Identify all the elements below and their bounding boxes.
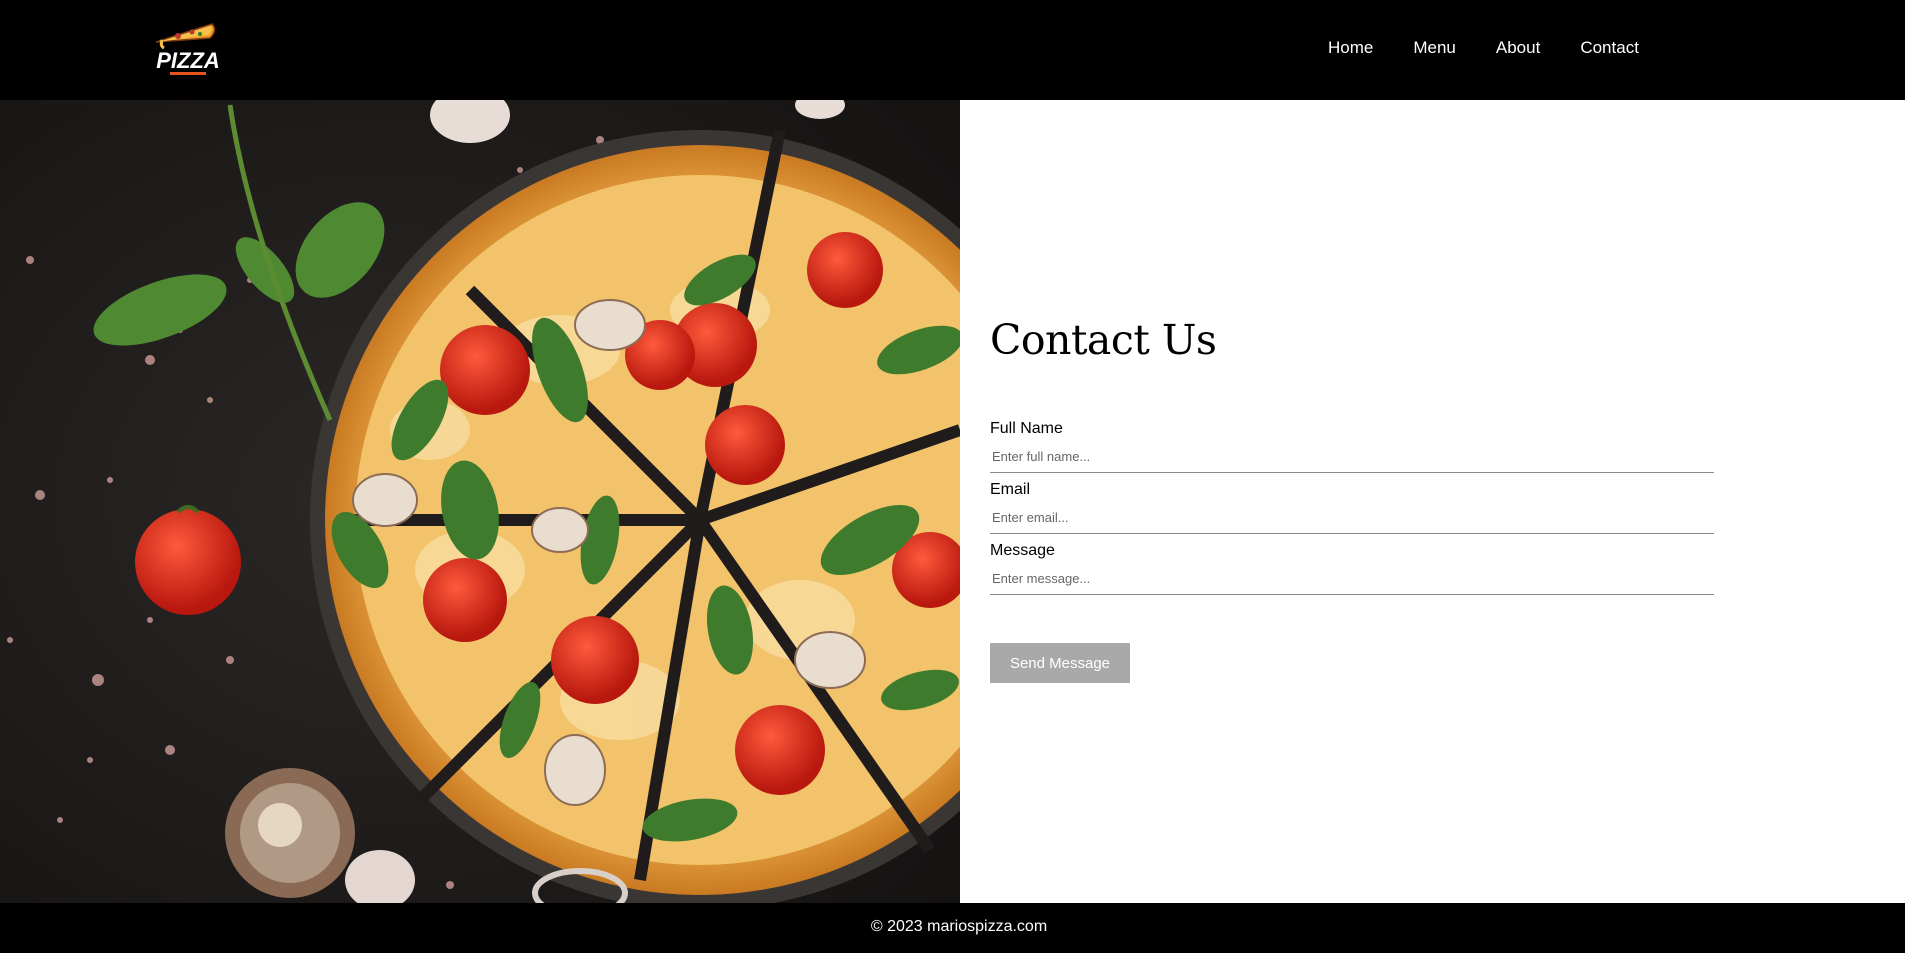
copyright-text: © 2023 mariospizza.com bbox=[870, 918, 1048, 935]
page-title: Contact Us bbox=[990, 316, 1217, 364]
nav-home[interactable]: Home bbox=[1328, 38, 1373, 58]
message-field-group: Message bbox=[990, 540, 1714, 595]
full-name-input[interactable] bbox=[990, 440, 1714, 473]
site-footer: © 2023 mariospizza.com bbox=[0, 903, 1905, 953]
pizza-photo bbox=[0, 100, 960, 903]
message-input[interactable] bbox=[990, 562, 1714, 595]
nav-about[interactable]: About bbox=[1496, 38, 1540, 58]
full-name-field-group: Full Name bbox=[990, 418, 1714, 473]
email-field-group: Email bbox=[990, 479, 1714, 534]
nav-menu[interactable]: Menu bbox=[1413, 38, 1456, 58]
message-label: Message bbox=[990, 542, 1055, 559]
contact-section: Contact Us Full Name Email Message Send … bbox=[960, 100, 1905, 903]
site-header: PIZZA Home Menu About Contact bbox=[0, 0, 1905, 100]
svg-text:PIZZA: PIZZA bbox=[156, 48, 220, 73]
send-message-button[interactable]: Send Message bbox=[990, 643, 1130, 683]
email-input[interactable] bbox=[990, 501, 1714, 534]
main-nav: Home Menu About Contact bbox=[1328, 38, 1639, 58]
full-name-label: Full Name bbox=[990, 420, 1063, 437]
email-label: Email bbox=[990, 481, 1031, 498]
pizza-logo[interactable]: PIZZA bbox=[148, 20, 222, 80]
nav-contact[interactable]: Contact bbox=[1580, 38, 1639, 58]
